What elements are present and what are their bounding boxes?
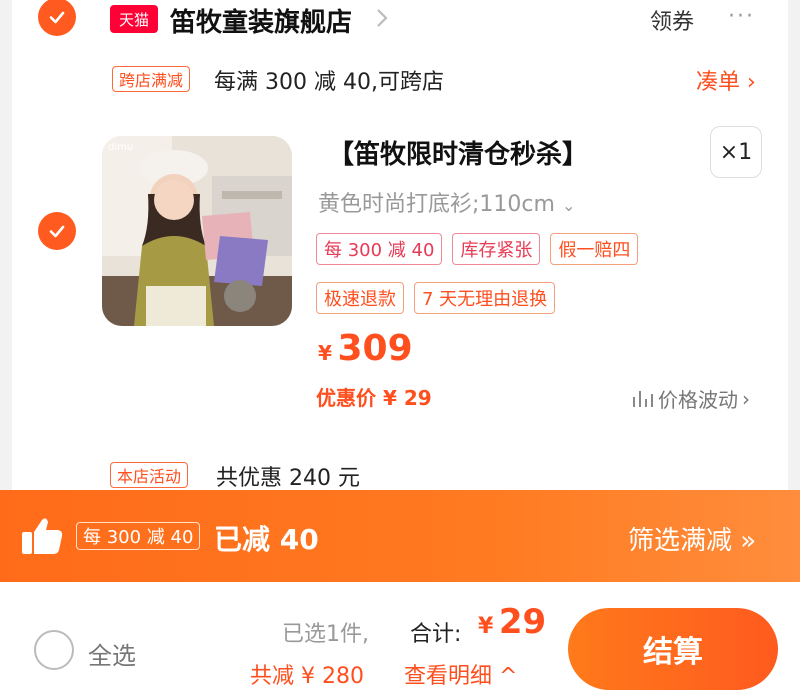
total-label: 合计: bbox=[410, 622, 462, 647]
product-title[interactable]: 【笛牧限时清仓秒杀】 bbox=[328, 134, 588, 171]
double-chevron-right-icon: » bbox=[740, 526, 757, 556]
selected-count: 已选1件, bbox=[282, 622, 369, 647]
image-brand-text: dimu bbox=[108, 142, 133, 153]
reduced-amount: 已减 40 bbox=[214, 523, 319, 556]
chevron-down-icon: ⌄ bbox=[561, 196, 576, 215]
coupon-button[interactable]: 领券 bbox=[650, 4, 694, 36]
banner-promo-tag: 每 300 减 40 bbox=[76, 522, 201, 550]
price-chart-icon bbox=[633, 390, 653, 407]
discount-banner: 每 300 减 40 已减 40 筛选满减 » bbox=[0, 490, 800, 582]
item-select-checkbox[interactable] bbox=[38, 212, 76, 250]
store-name[interactable]: 笛牧童装旗舰店 bbox=[170, 2, 352, 39]
thumbs-up-icon bbox=[22, 518, 63, 554]
product-tag: 假一赔四 bbox=[550, 233, 639, 265]
chevron-right-icon[interactable] bbox=[372, 6, 392, 30]
cross-store-tag: 跨店满减 bbox=[112, 66, 191, 92]
cart-store-card: 天猫 笛牧童装旗舰店 领券 ··· 跨店满减 每满 300 减 40,可跨店 凑… bbox=[12, 0, 788, 500]
variant-selector[interactable]: 黄色时尚打底衫;110cm ⌄ bbox=[318, 186, 575, 218]
check-icon bbox=[49, 11, 65, 24]
view-details-link[interactable]: 查看明细 ^ bbox=[404, 658, 517, 690]
cross-store-promo: 跨店满减 每满 300 减 40,可跨店 凑单 › bbox=[112, 62, 772, 96]
tmall-logo: 天猫 bbox=[110, 5, 158, 33]
store-select-checkbox[interactable] bbox=[38, 0, 76, 36]
select-all-radio[interactable] bbox=[34, 630, 74, 670]
filter-discounts-button[interactable]: 筛选满减 » bbox=[628, 520, 756, 557]
store-header: 天猫 笛牧童装旗舰店 领券 ··· bbox=[12, 0, 788, 40]
product-tag: 每 300 减 40 bbox=[316, 233, 443, 265]
more-options-button[interactable]: ··· bbox=[728, 4, 755, 29]
chevron-right-icon: › bbox=[742, 386, 750, 411]
service-tag: 7 天无理由退换 bbox=[414, 282, 556, 314]
product-tags: 每 300 减 40 库存紧张 假一赔四 bbox=[316, 233, 639, 265]
service-tag: 极速退款 bbox=[316, 282, 404, 314]
store-activity-tag: 本店活动 bbox=[110, 462, 189, 488]
chevron-right-icon: › bbox=[747, 70, 756, 95]
product-tag: 库存紧张 bbox=[452, 233, 541, 265]
discount-price: 优惠价 ¥ 29 bbox=[316, 386, 432, 410]
chevron-up-icon: ^ bbox=[499, 664, 518, 689]
quantity-button[interactable]: ×1 bbox=[710, 126, 762, 178]
store-activity-text: 共优惠 240 元 bbox=[216, 466, 360, 491]
service-tags: 极速退款 7 天无理由退换 bbox=[316, 282, 556, 314]
product-price: ¥ 309 bbox=[318, 328, 413, 369]
add-items-link[interactable]: 凑单 › bbox=[696, 64, 756, 96]
product-image[interactable]: dimu bbox=[102, 136, 292, 326]
product-photo: dimu bbox=[102, 136, 292, 326]
check-icon bbox=[49, 225, 65, 238]
total-price: ¥ 29 bbox=[478, 602, 547, 642]
checkout-button[interactable]: 结算 bbox=[568, 608, 778, 690]
promo-text: 每满 300 减 40,可跨店 bbox=[214, 70, 444, 95]
select-all-label[interactable]: 全选 bbox=[88, 636, 136, 671]
saved-amount: 共减 ¥ 280 bbox=[250, 664, 364, 689]
price-trend-link[interactable]: 价格波动 › bbox=[632, 384, 750, 413]
checkout-bar: 全选 已选1件, 合计: ¥ 29 共减 ¥ 280 查看明细 ^ 结算 bbox=[0, 582, 800, 699]
